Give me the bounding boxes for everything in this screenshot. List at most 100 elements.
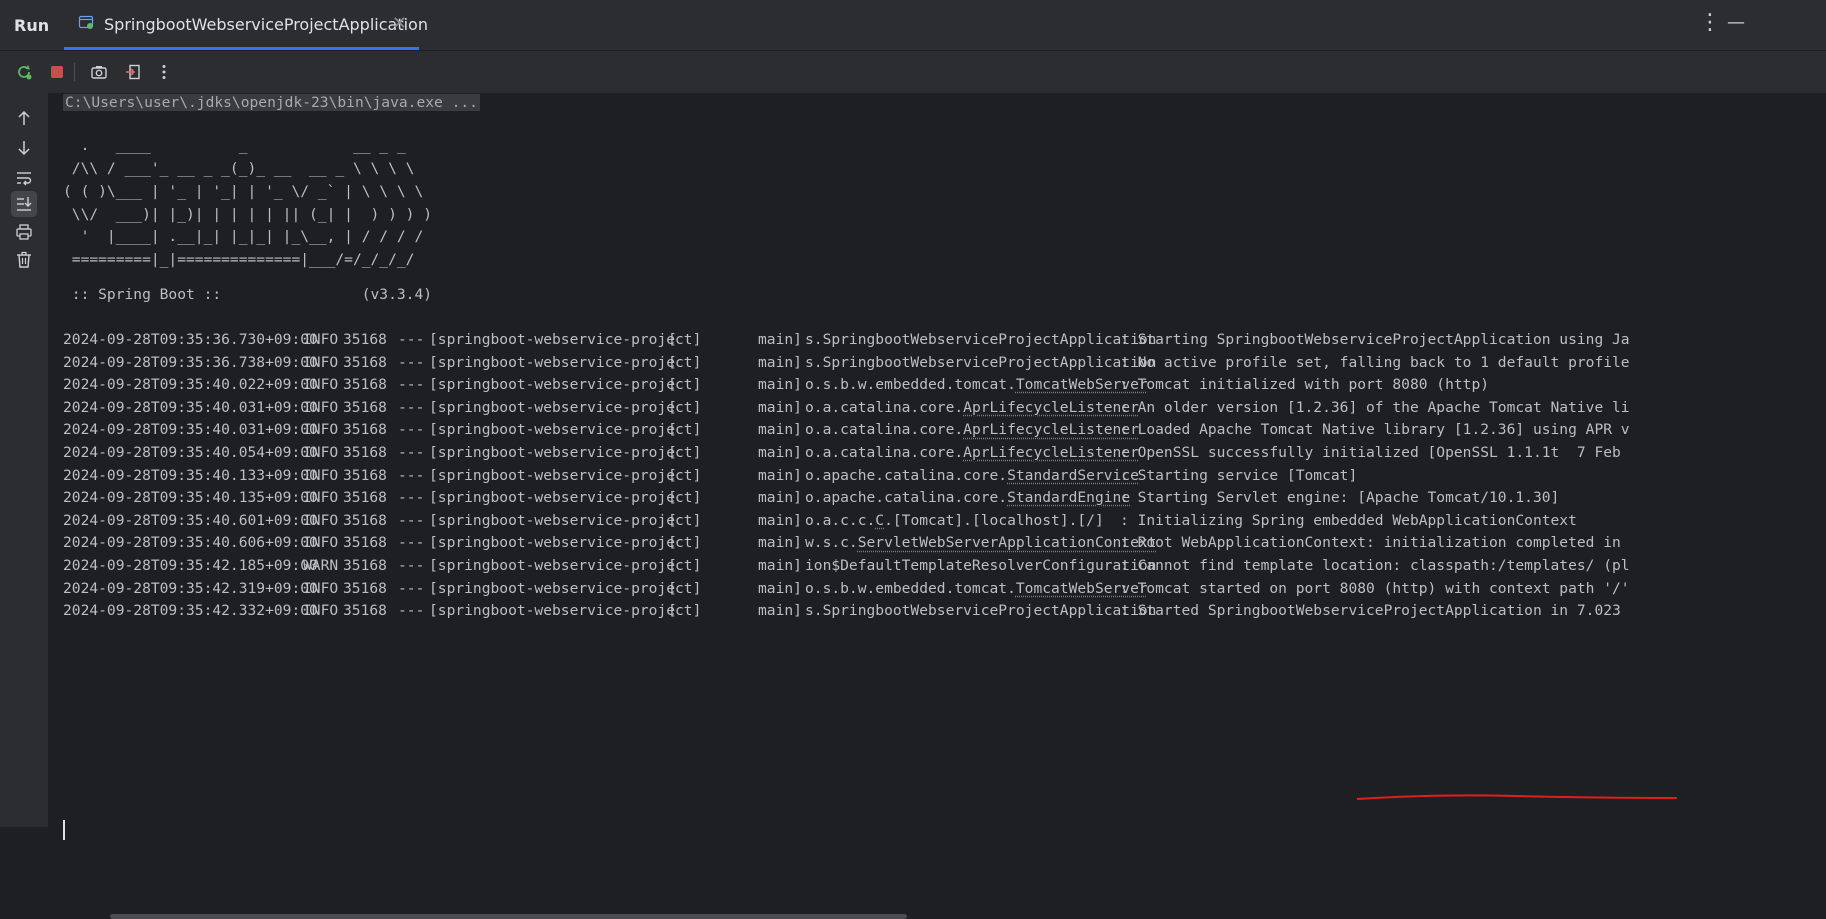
more-icon[interactable]	[151, 59, 177, 85]
log-logger-part: .[Tomcat].[localhost].[/]	[884, 512, 1104, 529]
console-output[interactable]: C:\Users\user\.jdks\openjdk-23\bin\java.…	[48, 93, 1826, 827]
log-logger-link[interactable]: AprLifecycleListener	[963, 421, 1139, 438]
stop-icon[interactable]	[44, 59, 70, 85]
log-level: INFO	[303, 399, 338, 416]
log-separator: ---	[398, 331, 424, 348]
log-logger: s.SpringbootWebserviceProjectApplication	[805, 602, 1156, 619]
log-logger-link[interactable]: C	[875, 512, 884, 529]
log-separator: ---	[398, 580, 424, 597]
log-line[interactable]: 2024-09-28T09:35:42.185+09:00 WARN 35168 --…	[63, 555, 1826, 579]
log-level: INFO	[303, 512, 338, 529]
log-pid: 35168	[343, 512, 387, 529]
tab-title: SpringbootWebserviceProjectApplication	[104, 15, 428, 34]
log-level: INFO	[303, 534, 338, 551]
log-timestamp: 2024-09-28T09:35:40.054+09:00	[63, 444, 318, 461]
log-thread: main]	[758, 602, 802, 619]
log-app-name: [springboot-webservice-project]	[429, 331, 701, 348]
scroll-down-icon[interactable]	[11, 135, 37, 161]
log-line[interactable]: 2024-09-28T09:35:36.738+09:00 INFO 35168 --…	[63, 352, 1826, 376]
log-logger-link[interactable]: StandardEngine	[1007, 489, 1130, 506]
log-logger-part: o.a.catalina.core.	[805, 421, 963, 438]
log-logger: o.s.b.w.embedded.tomcat.TomcatWebServer	[805, 376, 1148, 393]
log-app-name: [springboot-webservice-project]	[429, 602, 701, 619]
log-message: : Starting service [Tomcat]	[1120, 467, 1357, 484]
log-logger: o.s.b.w.embedded.tomcat.TomcatWebServer	[805, 580, 1148, 597]
camera-icon[interactable]	[86, 59, 112, 85]
banner-line: \\/ ___)| |_)| | | | | || (_| | ) ) ) )	[63, 205, 432, 225]
log-logger: o.a.catalina.core.AprLifecycleListener	[805, 444, 1139, 461]
tab-run-configuration[interactable]: SpringbootWebserviceProjectApplication ✕	[64, 0, 419, 50]
log-pid: 35168	[343, 421, 387, 438]
log-pid: 35168	[343, 489, 387, 506]
log-message: : Loaded Apache Tomcat Native library [1…	[1120, 421, 1630, 438]
log-bracket: [	[668, 557, 677, 574]
log-timestamp: 2024-09-28T09:35:40.133+09:00	[63, 467, 318, 484]
log-line[interactable]: 2024-09-28T09:35:40.601+09:00 INFO 35168 --…	[63, 510, 1826, 534]
log-logger-link[interactable]: AprLifecycleListener	[963, 399, 1139, 416]
log-level: INFO	[303, 580, 338, 597]
log-logger: ion$DefaultTemplateResolverConfiguration	[805, 557, 1156, 574]
scroll-up-icon[interactable]	[11, 105, 37, 131]
log-bracket: [	[668, 534, 677, 551]
spring-boot-version: :: Spring Boot :: (v3.3.4)	[63, 285, 432, 305]
rerun-icon[interactable]	[11, 59, 37, 85]
log-line[interactable]: 2024-09-28T09:35:36.730+09:00 INFO 35168 --…	[63, 329, 1826, 353]
exit-icon[interactable]	[120, 59, 146, 85]
scroll-to-end-icon[interactable]	[11, 191, 37, 217]
log-level: INFO	[303, 489, 338, 506]
log-bracket: [	[668, 376, 677, 393]
log-line[interactable]: 2024-09-28T09:35:40.054+09:00 INFO 35168 --…	[63, 442, 1826, 466]
close-tab-icon[interactable]: ✕	[392, 13, 407, 34]
toolbar-divider	[74, 63, 75, 81]
log-bracket: [	[668, 512, 677, 529]
log-logger-part: o.apache.catalina.core.	[805, 489, 1007, 506]
log-message: : Initializing Spring embedded WebApplic…	[1120, 512, 1577, 529]
log-logger: o.apache.catalina.core.StandardEngine	[805, 489, 1130, 506]
log-line[interactable]: 2024-09-28T09:35:40.031+09:00 INFO 35168 --…	[63, 419, 1826, 443]
banner-line: ( ( )\___ | '_ | '_| | '_ \/ _` | \ \ \ …	[63, 182, 423, 202]
text-caret	[63, 820, 65, 840]
log-bracket: [	[668, 399, 677, 416]
log-line[interactable]: 2024-09-28T09:35:42.332+09:00 INFO 35168 --…	[63, 600, 1826, 624]
log-app-name: [springboot-webservice-project]	[429, 580, 701, 597]
log-thread: main]	[758, 580, 802, 597]
log-logger-link[interactable]: ServletWebServerApplicationContext	[858, 534, 1157, 551]
log-app-name: [springboot-webservice-project]	[429, 376, 701, 393]
log-logger-link[interactable]: AprLifecycleListener	[963, 444, 1139, 461]
clear-icon[interactable]	[11, 247, 37, 273]
log-thread: main]	[758, 354, 802, 371]
log-app-name: [springboot-webservice-project]	[429, 444, 701, 461]
log-app-name: [springboot-webservice-project]	[429, 489, 701, 506]
log-pid: 35168	[343, 534, 387, 551]
red-underline-annotation	[1355, 793, 1680, 801]
log-line[interactable]: 2024-09-28T09:35:40.022+09:00 INFO 35168 --…	[63, 374, 1826, 398]
log-message: : Cannot find template location: classpa…	[1120, 557, 1630, 574]
log-app-name: [springboot-webservice-project]	[429, 399, 701, 416]
log-thread: main]	[758, 534, 802, 551]
minimize-icon[interactable]: —	[1727, 12, 1745, 33]
soft-wrap-icon[interactable]	[11, 165, 37, 191]
log-thread: main]	[758, 376, 802, 393]
log-bracket: [	[668, 467, 677, 484]
log-line[interactable]: 2024-09-28T09:35:40.133+09:00 INFO 35168 --…	[63, 465, 1826, 489]
banner-line: /\\ / ___'_ __ _ _(_)_ __ __ _ \ \ \ \	[63, 159, 414, 179]
log-bracket: [	[668, 421, 677, 438]
log-logger: o.a.catalina.core.AprLifecycleListener	[805, 421, 1139, 438]
log-line[interactable]: 2024-09-28T09:35:42.319+09:00 INFO 35168 --…	[63, 578, 1826, 602]
log-line[interactable]: 2024-09-28T09:35:40.135+09:00 INFO 35168 --…	[63, 487, 1826, 511]
more-options-icon[interactable]: ⋮	[1699, 10, 1721, 35]
log-thread: main]	[758, 331, 802, 348]
log-separator: ---	[398, 467, 424, 484]
log-message: : Root WebApplicationContext: initializa…	[1120, 534, 1621, 551]
log-bracket: [	[668, 354, 677, 371]
horizontal-scrollbar[interactable]	[110, 914, 907, 919]
run-tool-window-title: Run	[14, 16, 49, 35]
java-command-line[interactable]: C:\Users\user\.jdks\openjdk-23\bin\java.…	[63, 93, 480, 113]
print-icon[interactable]	[11, 219, 37, 245]
java-command[interactable]: C:\Users\user\.jdks\openjdk-23\bin\java.…	[63, 94, 480, 111]
log-logger-part: o.a.catalina.core.	[805, 444, 963, 461]
log-bracket: [	[668, 602, 677, 619]
log-line[interactable]: 2024-09-28T09:35:40.606+09:00 INFO 35168 --…	[63, 532, 1826, 556]
log-line[interactable]: 2024-09-28T09:35:40.031+09:00 INFO 35168 --…	[63, 397, 1826, 421]
log-logger: s.SpringbootWebserviceProjectApplication	[805, 331, 1156, 348]
